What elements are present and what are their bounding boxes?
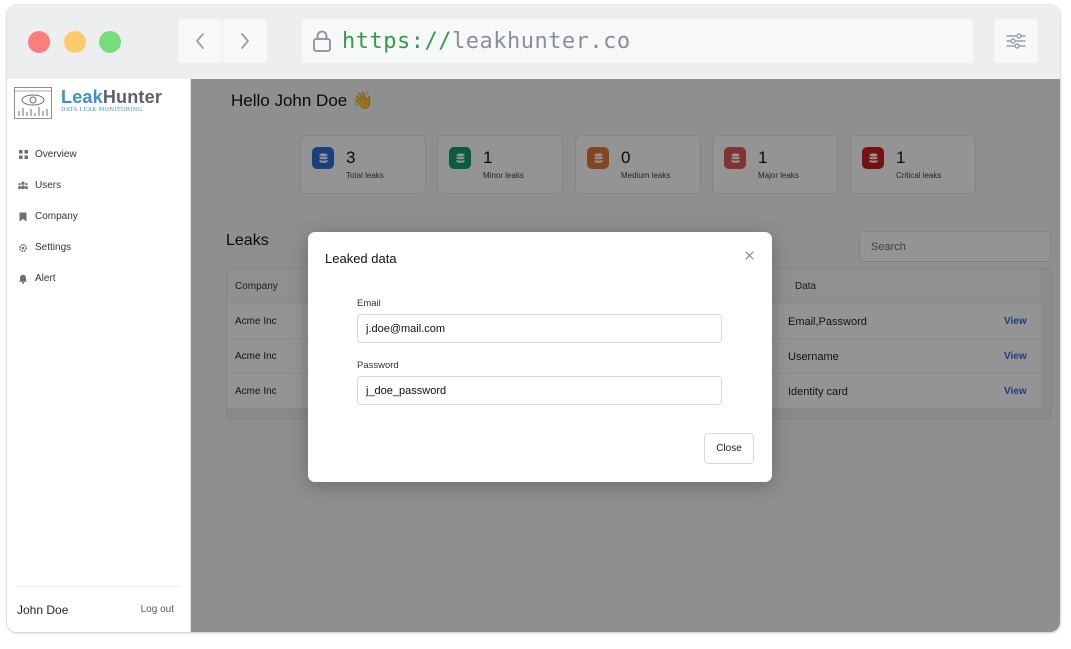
- sliders-icon: [1006, 33, 1026, 49]
- sidebar-menu: Overview Users Company Settings Alert: [18, 139, 78, 294]
- sidebar-item-label: Settings: [35, 242, 72, 253]
- url-scheme: https://: [342, 28, 452, 54]
- window-close-button[interactable]: [28, 31, 50, 53]
- logo[interactable]: LeakHunter DATA LEAK MONITORING: [14, 87, 162, 119]
- sidebar: LeakHunter DATA LEAK MONITORING Overview…: [7, 79, 191, 632]
- chevron-right-icon: [241, 33, 249, 49]
- sidebar-item-settings[interactable]: Settings: [18, 232, 78, 263]
- logo-subtitle: DATA LEAK MONITORING: [61, 107, 143, 113]
- sidebar-item-overview[interactable]: Overview: [18, 139, 78, 170]
- password-field[interactable]: [357, 376, 722, 405]
- logo-title: LeakHunter: [61, 87, 162, 107]
- forward-button[interactable]: [223, 19, 267, 63]
- url-text: https://leakhunter.co: [342, 29, 631, 54]
- current-user-name: John Doe: [17, 602, 69, 617]
- address-bar[interactable]: https://leakhunter.co: [302, 19, 973, 63]
- sidebar-item-label: Alert: [35, 273, 56, 284]
- url-host: leakhunter.co: [451, 28, 631, 54]
- sidebar-item-alert[interactable]: Alert: [18, 263, 78, 294]
- bell-icon: [18, 274, 28, 284]
- email-field[interactable]: [357, 314, 722, 343]
- logo-title-hunter: Hunter: [102, 87, 163, 107]
- password-label: Password: [357, 360, 399, 371]
- browser-toolbar: https://leakhunter.co: [7, 5, 1060, 79]
- gear-icon: [18, 243, 28, 253]
- email-label: Email: [357, 298, 381, 309]
- modal-title: Leaked data: [325, 251, 397, 266]
- sidebar-item-label: Company: [35, 211, 78, 222]
- sidebar-item-label: Overview: [35, 149, 77, 160]
- grid-icon: [18, 150, 28, 160]
- sidebar-item-users[interactable]: Users: [18, 170, 78, 201]
- window-minimize-button[interactable]: [64, 31, 86, 53]
- sidebar-item-company[interactable]: Company: [18, 201, 78, 232]
- close-button[interactable]: Close: [704, 433, 754, 464]
- eye-chart-logo-icon: [14, 87, 52, 119]
- leaked-data-modal: Leaked data Email Password Close: [308, 232, 772, 482]
- browser-settings-button[interactable]: [994, 19, 1038, 63]
- logo-text: LeakHunter DATA LEAK MONITORING: [61, 87, 162, 113]
- close-icon[interactable]: [742, 248, 756, 262]
- users-icon: [18, 181, 28, 191]
- building-icon: [18, 212, 28, 222]
- logo-title-leak: Leak: [61, 87, 103, 107]
- logout-button[interactable]: Log out: [141, 604, 174, 615]
- sidebar-footer: John Doe Log out: [17, 586, 180, 632]
- window-maximize-button[interactable]: [99, 31, 121, 53]
- lock-icon: [312, 28, 334, 54]
- back-button[interactable]: [178, 19, 222, 63]
- sidebar-item-label: Users: [35, 180, 62, 191]
- chevron-left-icon: [196, 33, 204, 49]
- browser-window: https://leakhunter.co LeakHunter DATA LE…: [7, 5, 1060, 632]
